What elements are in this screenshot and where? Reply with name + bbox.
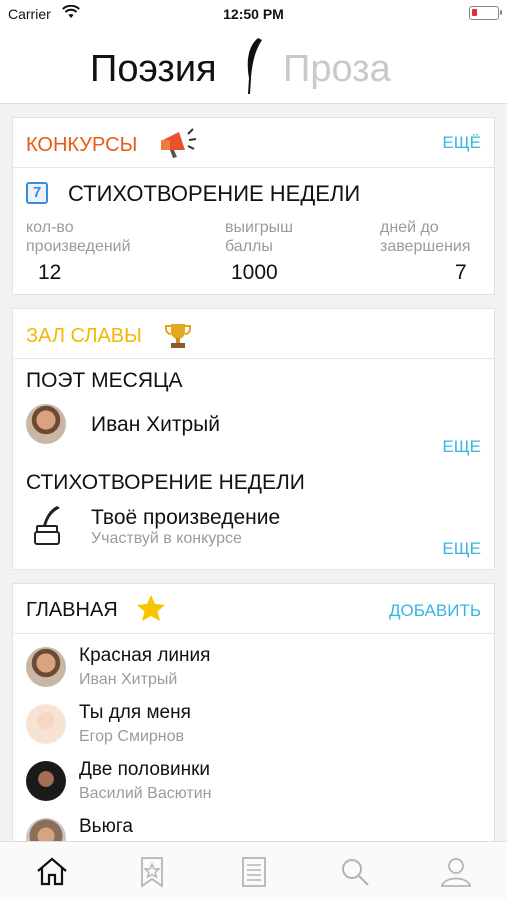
list-item[interactable]: Две половинки Василий Васютин [13, 753, 494, 810]
stat-days-value: 7 [455, 261, 467, 284]
hall-of-fame-card: ЗАЛ СЛАВЫ ПОЭТ МЕСЯЦА Иван Хитрый ЕЩЕ СТ… [12, 308, 495, 570]
poem-title[interactable]: Твоё произведение [91, 506, 280, 530]
poet-name[interactable]: Иван Хитрый [91, 413, 220, 437]
tab-prose[interactable]: Проза [283, 48, 391, 91]
main-feed-card: ГЛАВНАЯ ДОБАВИТЬ Красная линия Иван Хитр… [12, 583, 495, 841]
item-author: Иван Хитрый [79, 671, 178, 688]
poem-of-week-label: СТИХОТВОРЕНИЕ НЕДЕЛИ [26, 471, 305, 494]
stat-works-value: 12 [38, 261, 62, 284]
item-title: Вьюга [79, 816, 133, 837]
stat-points-label-1: выигрыш [225, 219, 294, 236]
tab-poetry[interactable]: Поэзия [90, 48, 217, 91]
search-icon[interactable] [335, 852, 375, 892]
inkwell-icon [34, 506, 60, 545]
list-item[interactable]: Красная линия Иван Хитрый [13, 639, 494, 696]
contests-card: КОНКУРСЫ ЕЩЁ 7 СТИХОТВОРЕНИЕ НЕДЕЛИ кол-… [12, 117, 495, 295]
item-title: Ты для меня [79, 702, 191, 723]
clock: 12:50 PM [223, 6, 284, 22]
poet-more-link[interactable]: ЕЩЕ [442, 437, 481, 457]
favorites-icon[interactable] [132, 852, 172, 892]
hall-title: ЗАЛ СЛАВЫ [26, 325, 142, 347]
item-title: Красная линия [79, 645, 211, 666]
contests-title: КОНКУРСЫ [26, 134, 138, 156]
list-item[interactable]: Ты для меня Егор Смирнов [13, 696, 494, 753]
stat-works-label-1: кол-во [26, 219, 74, 236]
home-icon[interactable] [32, 852, 72, 892]
list-item[interactable]: Вьюга [13, 810, 494, 841]
avatar[interactable] [26, 404, 66, 444]
item-author: Егор Смирнов [79, 728, 185, 745]
week-poem-title: СТИХОТВОРЕНИЕ НЕДЕЛИ [68, 181, 361, 206]
stat-points-label: выигрыш баллы [225, 218, 293, 256]
stat-days-label-2: завершения [380, 238, 471, 255]
list-icon[interactable] [234, 852, 274, 892]
stat-points-label-2: баллы [225, 238, 273, 255]
stat-days-label: дней до завершения [380, 218, 471, 256]
stat-points-value: 1000 [231, 261, 278, 284]
quill-icon [247, 38, 262, 95]
avatar [26, 818, 66, 841]
contests-header: КОНКУРСЫ ЕЩЁ [13, 118, 494, 168]
header: Поэзия Проза [0, 28, 507, 104]
tab-bar [0, 841, 507, 900]
trophy-icon [165, 324, 191, 348]
add-link[interactable]: ДОБАВИТЬ [389, 601, 481, 621]
avatar [26, 704, 66, 744]
poem-sub: Участвуй в конкурсе [91, 530, 242, 547]
megaphone-icon [161, 128, 197, 158]
status-bar: Carrier 12:50 PM [0, 0, 507, 28]
hall-header: ЗАЛ СЛАВЫ [13, 309, 494, 359]
stat-works-label: кол-во произведений [26, 218, 131, 256]
profile-icon[interactable] [436, 852, 476, 892]
avatar [26, 761, 66, 801]
item-title: Две половинки [79, 759, 211, 780]
calendar-icon: 7 [26, 182, 48, 204]
battery-icon [469, 6, 502, 20]
stat-days-label-1: дней до [380, 219, 439, 236]
item-author: Василий Васютин [79, 785, 212, 802]
main-header: ГЛАВНАЯ ДОБАВИТЬ [13, 584, 494, 634]
poem-more-link[interactable]: ЕЩЕ [442, 539, 481, 559]
star-icon [137, 595, 165, 621]
avatar [26, 647, 66, 687]
stat-works-label-2: произведений [26, 238, 131, 255]
main-title: ГЛАВНАЯ [26, 599, 118, 621]
poet-of-month-label: ПОЭТ МЕСЯЦА [26, 369, 183, 392]
contests-more-link[interactable]: ЕЩЁ [442, 133, 481, 153]
